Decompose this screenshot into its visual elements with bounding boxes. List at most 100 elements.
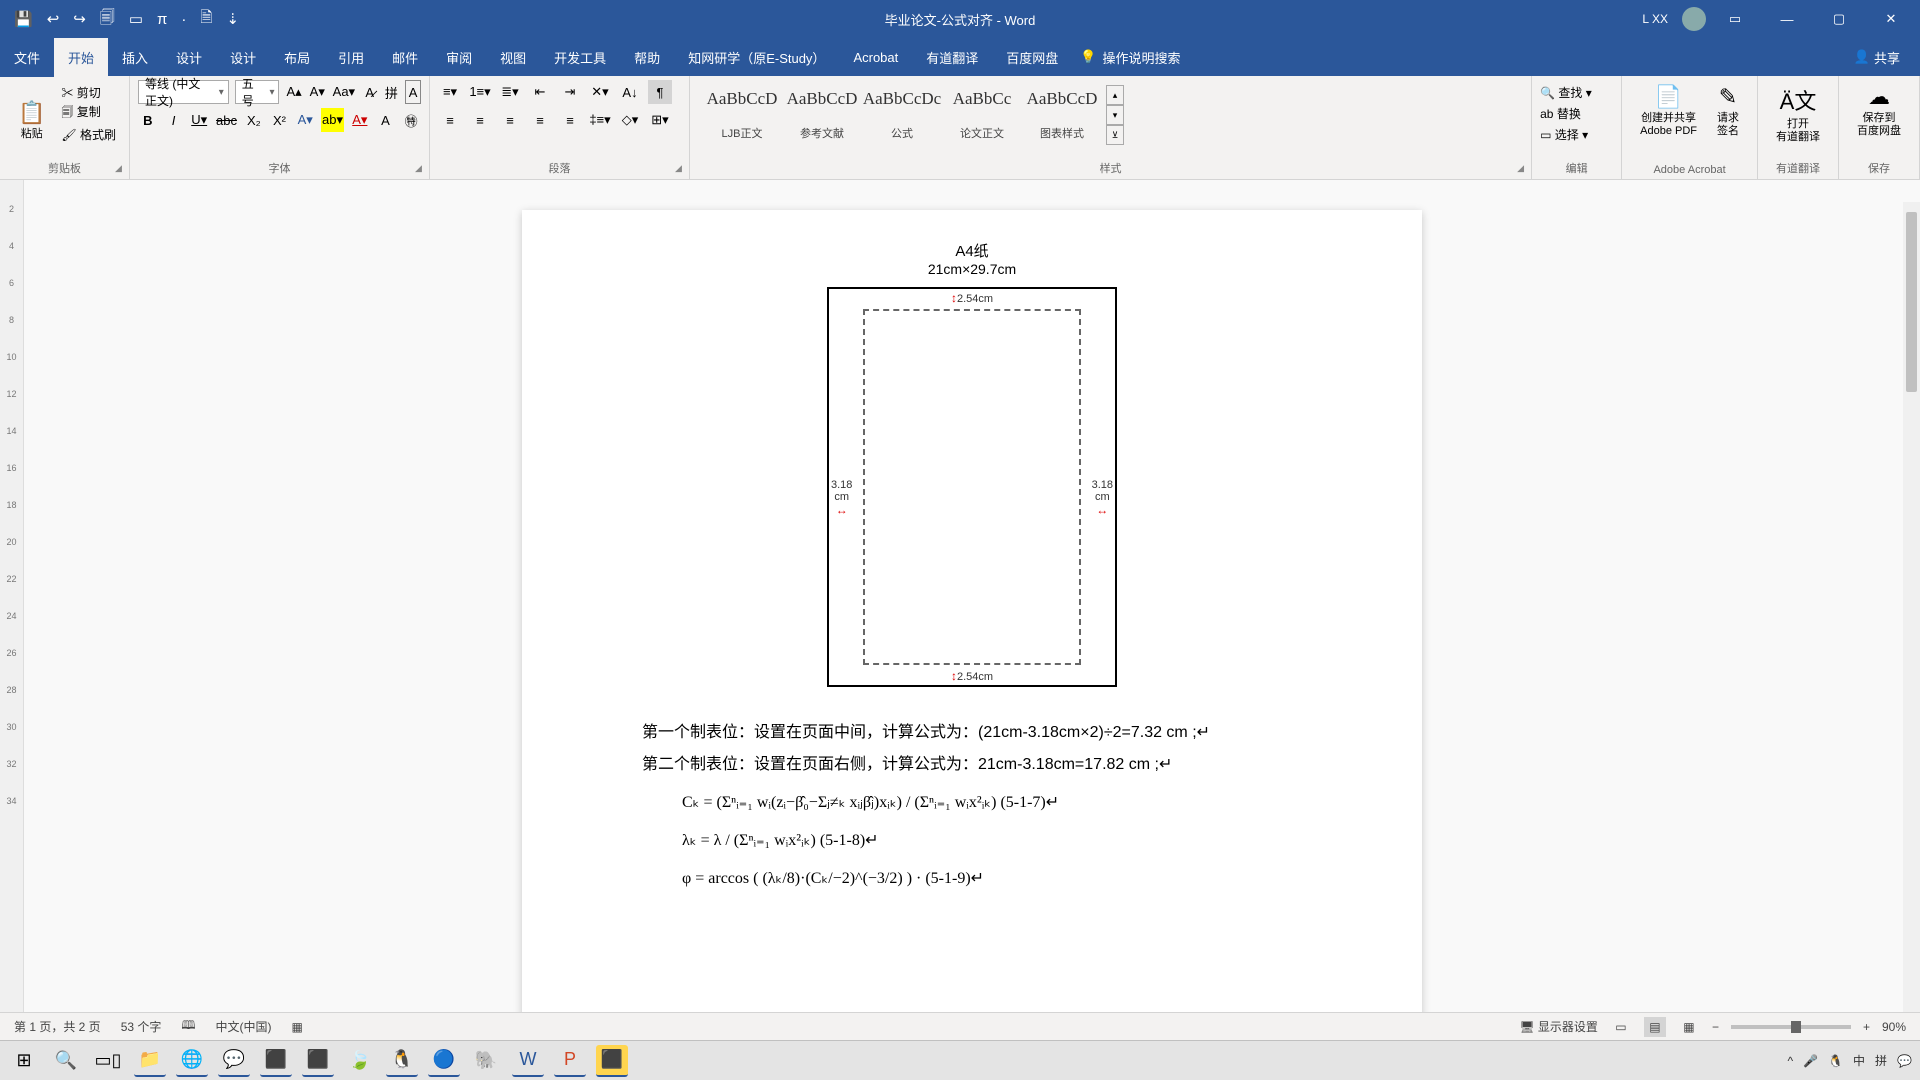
style-item[interactable]: AaBbCcDc公式 [862, 84, 942, 146]
qat-icon[interactable]: ▭ [129, 10, 143, 28]
align-left-icon[interactable]: ≡ [438, 108, 462, 132]
align-center-icon[interactable]: ≡ [468, 108, 492, 132]
share-button[interactable]: 👤 共享 [1854, 48, 1920, 67]
equation[interactable]: Cₖ = (Σⁿᵢ₌₁ wᵢ(zᵢ−β̂₀−Σⱼ≠ₖ xᵢⱼβ̂ⱼ)xᵢₖ) /… [682, 787, 1302, 819]
youdao-button[interactable]: Ä文打开 有道翻译 [1766, 80, 1830, 148]
web-layout-icon[interactable]: ▦ [1678, 1017, 1700, 1037]
qat-more-icon[interactable]: ⇣ [226, 10, 239, 28]
align-right-icon[interactable]: ≡ [498, 108, 522, 132]
word-icon[interactable]: W [512, 1045, 544, 1077]
qat-icon[interactable]: · [181, 11, 186, 28]
edge-icon[interactable]: 🌐 [176, 1045, 208, 1077]
maximize-button[interactable]: ▢ [1816, 4, 1862, 34]
dialog-launcher-icon[interactable]: ◢ [115, 163, 127, 175]
style-item[interactable]: AaBbCcD参考文献 [782, 84, 862, 146]
explorer-icon[interactable]: 📁 [134, 1045, 166, 1077]
app-icon[interactable]: 🍃 [344, 1045, 376, 1077]
language-indicator[interactable]: 中文(中国) [216, 1018, 272, 1035]
char-shading-icon[interactable]: A [376, 108, 396, 132]
tab-design[interactable]: 设计 [162, 38, 216, 77]
bullets-icon[interactable]: ≡▾ [438, 80, 462, 104]
page-indicator[interactable]: 第 1 页，共 2 页 [14, 1018, 101, 1035]
print-layout-icon[interactable]: ▤ [1644, 1017, 1666, 1037]
ribbon-display-icon[interactable]: ▭ [1712, 4, 1758, 34]
bold-button[interactable]: B [138, 108, 158, 132]
zoom-out-button[interactable]: − [1712, 1020, 1719, 1034]
evernote-icon[interactable]: 🐘 [470, 1045, 502, 1077]
select-button[interactable]: ▭ 选择 ▾ [1540, 126, 1613, 143]
powerpoint-icon[interactable]: P [554, 1045, 586, 1077]
vertical-scrollbar[interactable] [1903, 202, 1920, 1019]
tab-file[interactable]: 文件 [0, 38, 54, 77]
read-mode-icon[interactable]: ▭ [1610, 1017, 1632, 1037]
equation[interactable]: φ = arccos ( (λₖ/8)·(Cₖ/−2)^(−3/2) ) · (… [682, 863, 1302, 895]
style-item[interactable]: AaBbCcDLJB正文 [702, 84, 782, 146]
undo-icon[interactable]: ↩ [47, 10, 60, 28]
superscript-button[interactable]: X² [270, 108, 290, 132]
close-button[interactable]: ✕ [1868, 4, 1914, 34]
task-view-icon[interactable]: ▭▯ [92, 1045, 124, 1077]
tab-layout[interactable]: 布局 [270, 38, 324, 77]
gallery-more-icon[interactable]: ⊻ [1106, 125, 1124, 145]
decrease-font-icon[interactable]: A▾ [309, 80, 326, 104]
tab-insert[interactable]: 插入 [108, 38, 162, 77]
find-button[interactable]: 🔍 查找 ▾ [1540, 84, 1613, 101]
touch-mode-icon[interactable]: 🗐 [100, 7, 115, 32]
tab-design2[interactable]: 设计 [216, 38, 270, 77]
sort-icon[interactable]: A↓ [618, 80, 642, 104]
tab-baidu[interactable]: 百度网盘 [992, 38, 1072, 77]
wechat-icon[interactable]: 💬 [218, 1045, 250, 1077]
dialog-launcher-icon[interactable]: ◢ [1517, 163, 1529, 175]
ime-indicator[interactable]: 中 [1853, 1052, 1865, 1069]
app-icon[interactable]: ⬛ [260, 1045, 292, 1077]
font-size-combo[interactable]: 五号 [235, 80, 280, 104]
dialog-launcher-icon[interactable]: ◢ [675, 163, 687, 175]
numbering-icon[interactable]: 1≡▾ [468, 80, 492, 104]
tab-help[interactable]: 帮助 [620, 38, 674, 77]
qq-icon[interactable]: 🐧 [386, 1045, 418, 1077]
vertical-ruler[interactable]: 246810121416182022242628303234 [0, 180, 24, 1047]
underline-button[interactable]: U▾ [189, 108, 209, 132]
tab-review[interactable]: 审阅 [432, 38, 486, 77]
increase-font-icon[interactable]: A▴ [285, 80, 302, 104]
paragraph[interactable]: 第一个制表位：设置在页面中间，计算公式为：(21cm-3.18cm×2)÷2=7… [642, 717, 1302, 749]
display-settings[interactable]: 🖥 显示器设置 [1519, 1018, 1598, 1035]
proofing-icon[interactable]: 🕮 [181, 1016, 195, 1037]
highlight-icon[interactable]: ab▾ [321, 108, 344, 132]
justify-icon[interactable]: ≡ [528, 108, 552, 132]
request-sign-button[interactable]: ✎请求 签名 [1707, 80, 1749, 142]
macro-icon[interactable]: ▦ [292, 1020, 303, 1034]
tab-acrobat[interactable]: Acrobat [839, 40, 912, 75]
tab-home[interactable]: 开始 [54, 38, 108, 77]
distribute-icon[interactable]: ≡ [558, 108, 582, 132]
dialog-launcher-icon[interactable]: ◢ [415, 163, 427, 175]
minimize-button[interactable]: — [1764, 4, 1810, 34]
tab-developer[interactable]: 开发工具 [540, 38, 620, 77]
increase-indent-icon[interactable]: ⇥ [558, 80, 582, 104]
italic-button[interactable]: I [164, 108, 184, 132]
tab-view[interactable]: 视图 [486, 38, 540, 77]
zoom-in-button[interactable]: + [1863, 1020, 1870, 1034]
font-color-icon[interactable]: A▾ [350, 108, 370, 132]
asian-layout-icon[interactable]: ✕▾ [588, 80, 612, 104]
replace-button[interactable]: ab 替换 [1540, 105, 1613, 122]
tab-references[interactable]: 引用 [324, 38, 378, 77]
clear-format-icon[interactable]: A̷ [362, 80, 378, 104]
body-text[interactable]: 第一个制表位：设置在页面中间，计算公式为：(21cm-3.18cm×2)÷2=7… [642, 717, 1302, 895]
page[interactable]: A4纸 21cm×29.7cm ↕2.54cm ↕2.54cm 3.18 cm↔… [522, 210, 1422, 1047]
scrollbar-thumb[interactable] [1906, 212, 1917, 392]
zoom-level[interactable]: 90% [1882, 1020, 1906, 1034]
ime-mode[interactable]: 拼 [1875, 1052, 1887, 1069]
font-name-combo[interactable]: 等线 (中文正文) [138, 80, 229, 104]
phonetic-icon[interactable]: 拼 [384, 80, 400, 104]
decrease-indent-icon[interactable]: ⇤ [528, 80, 552, 104]
tray-icon[interactable]: 🐧 [1828, 1054, 1843, 1068]
gallery-up-icon[interactable]: ▴ [1106, 85, 1124, 105]
zoom-slider-thumb[interactable] [1791, 1021, 1801, 1033]
tab-youdao[interactable]: 有道翻译 [912, 38, 992, 77]
equation[interactable]: λₖ = λ / (Σⁿᵢ₌₁ wᵢx²ᵢₖ) (5-1-8)↵ [682, 825, 1302, 857]
chrome-icon[interactable]: 🔵 [428, 1045, 460, 1077]
cut-button[interactable]: ✂ 剪切 [61, 84, 116, 101]
enclose-char-icon[interactable]: ㊕ [401, 108, 421, 132]
tab-estudy[interactable]: 知网研学（原E-Study） [674, 38, 839, 77]
